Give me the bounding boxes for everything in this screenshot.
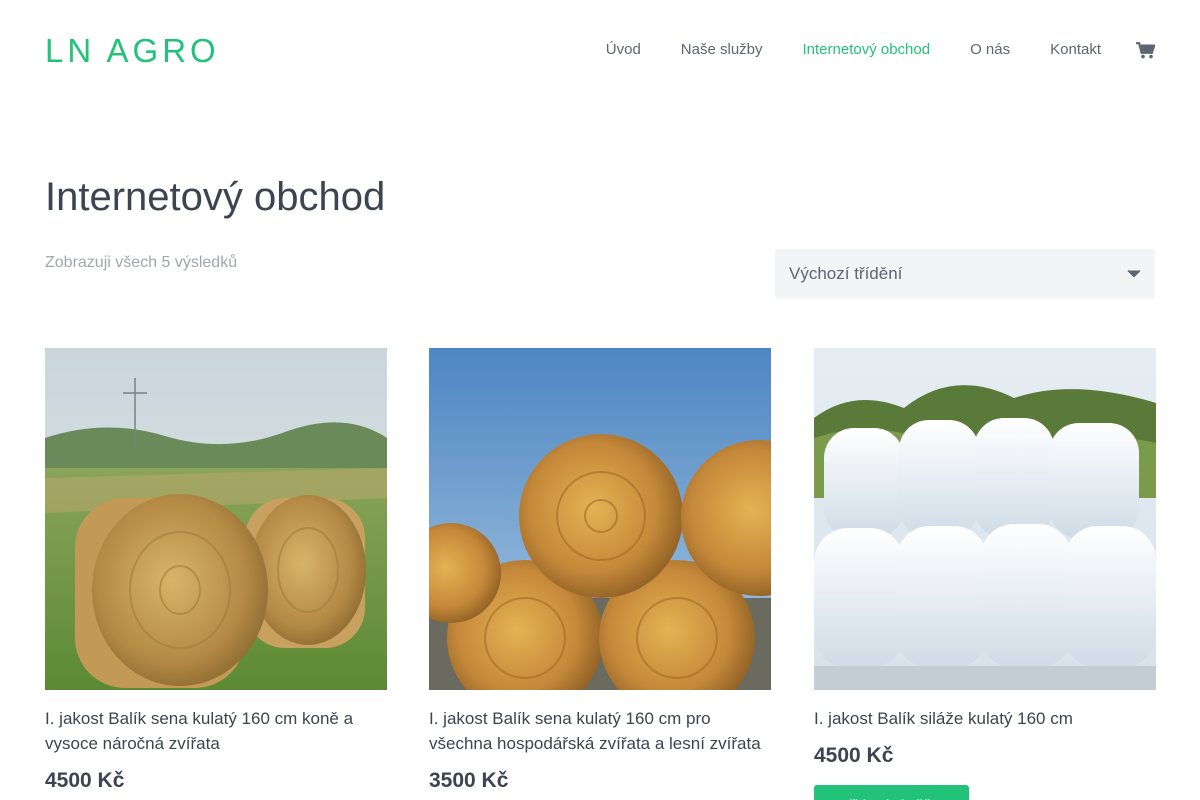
product-image-stacked-hay-bales[interactable] (429, 348, 771, 690)
product-title[interactable]: I. jakost Balík sena kulatý 160 cm koně … (45, 706, 387, 756)
product-title[interactable]: I. jakost Balík siláže kulatý 160 cm (814, 706, 1156, 731)
nav-item-uvod[interactable]: Úvod (606, 40, 641, 60)
nav-item-kontakt[interactable]: Kontakt (1050, 40, 1101, 60)
nav-item-nase-sluzby[interactable]: Naše služby (681, 40, 763, 60)
sort-select[interactable]: Výchozí třídění (775, 249, 1155, 299)
product-card: I. jakost Balík sena kulatý 160 cm pro v… (429, 348, 771, 794)
chevron-down-icon (1127, 269, 1141, 278)
nav-item-o-nas[interactable]: O nás (970, 40, 1010, 60)
product-price: 4500 Kč (814, 744, 894, 767)
product-image-wrapped-silage-bales[interactable] (814, 348, 1156, 690)
product-price: 3500 Kč (429, 769, 509, 792)
add-to-cart-button[interactable]: Přidat do košíku (814, 785, 969, 800)
logo[interactable]: LN AGRO (45, 36, 229, 64)
product-price: 4500 Kč (45, 769, 125, 792)
result-count: Zobrazuji všech 5 výsledků (45, 254, 238, 271)
nav-item-internetovy-obchod[interactable]: Internetový obchod (803, 40, 931, 60)
product-card: I. jakost Balík siláže kulatý 160 cm 450… (814, 348, 1156, 800)
main-nav: Úvod Naše služby Internetový obchod O ná… (606, 40, 1155, 60)
page-title: Internetový obchod (45, 175, 386, 219)
product-title[interactable]: I. jakost Balík sena kulatý 160 cm pro v… (429, 706, 771, 756)
shopping-cart-icon[interactable] (1135, 40, 1155, 60)
sort-selected-value: Výchozí třídění (789, 264, 903, 283)
product-card: I. jakost Balík sena kulatý 160 cm koně … (45, 348, 387, 794)
logo-mark: LN AGRO (45, 36, 220, 64)
product-image-hay-bales-field[interactable] (45, 348, 387, 690)
logo-text: LN AGRO (45, 36, 220, 64)
